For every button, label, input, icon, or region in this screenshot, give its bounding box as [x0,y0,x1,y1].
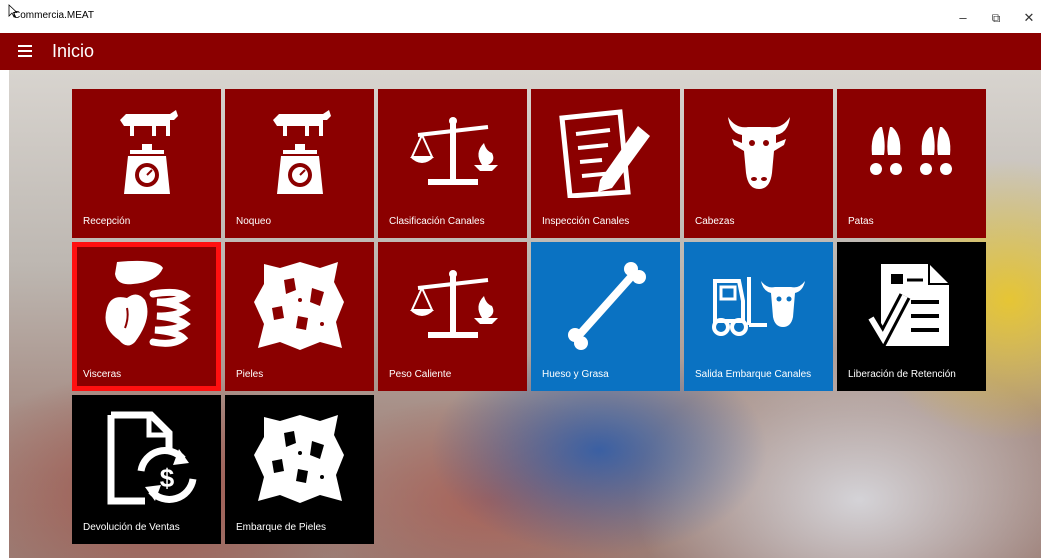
tile-label: Peso Caliente [389,369,452,380]
tile-salida-embarque-canales[interactable]: Salida Embarque Canales [684,242,833,391]
tile-inspeccion-canales[interactable]: Inspección Canales [531,89,680,238]
tile-label: Embarque de Pieles [236,522,327,533]
tile-patas[interactable]: Patas [837,89,986,238]
tile-label: Cabezas [695,216,735,227]
tile-label: Visceras [83,369,122,380]
balance-flame-icon [378,103,527,203]
tile-label: Salida Embarque Canales [695,369,812,380]
tile-label: Hueso y Grasa [542,369,609,380]
tile-label: Patas [848,216,874,227]
tile-label: Noqueo [236,216,272,227]
bone-icon [531,256,680,356]
app-header: Inicio [0,33,1041,70]
window-titlebar: Commercia.MEAT – ⧉ ✕ [0,0,1041,33]
organs-icon [77,256,216,356]
balance-flame-icon [378,256,527,356]
tile-cabezas[interactable]: Cabezas [684,89,833,238]
window-title: Commercia.MEAT [13,10,94,21]
tile-noqueo[interactable]: Noqueo [225,89,374,238]
tile-label: Pieles [236,369,264,380]
minimize-button[interactable]: – [948,8,978,28]
tile-embarque-de-pieles[interactable]: Embarque de Pieles [225,395,374,544]
document-pencil-icon [531,103,680,203]
svg-text:$: $ [159,463,174,493]
page-title: Inicio [52,41,95,61]
cow-scale-icon [225,103,374,203]
hide-icon [225,409,374,509]
tile-clasificacion-canales[interactable]: Clasificación Canales [378,89,527,238]
tile-recepcion[interactable]: Recepción [72,89,221,238]
tile-label: Clasificación Canales [389,216,485,227]
background-image: Recepción Noqueo Clasificación Canales I… [9,70,1041,558]
tile-visceras[interactable]: Visceras [72,242,221,391]
hooves-icon [837,103,986,203]
tile-devolucion-de-ventas[interactable]: $ Devolución de Ventas [72,395,221,544]
cow-head-icon [684,103,833,203]
tile-label: Liberación de Retención [848,369,956,380]
tile-label: Devolución de Ventas [83,522,180,533]
hamburger-icon[interactable] [18,45,32,57]
tile-label: Recepción [83,216,131,227]
cow-scale-icon [72,103,221,203]
tile-hueso-y-grasa[interactable]: Hueso y Grasa [531,242,680,391]
checklist-document-icon [837,256,986,356]
tile-liberacion-de-retencion[interactable]: Liberación de Retención [837,242,986,391]
forklift-cow-icon [684,256,833,356]
tile-peso-caliente[interactable]: Peso Caliente [378,242,527,391]
tile-pieles[interactable]: Pieles [225,242,374,391]
tile-label: Inspección Canales [542,216,630,227]
document-refund-icon: $ [72,409,221,509]
restore-button[interactable]: ⧉ [981,8,1011,28]
close-button[interactable]: ✕ [1014,8,1041,28]
hide-icon [225,256,374,356]
